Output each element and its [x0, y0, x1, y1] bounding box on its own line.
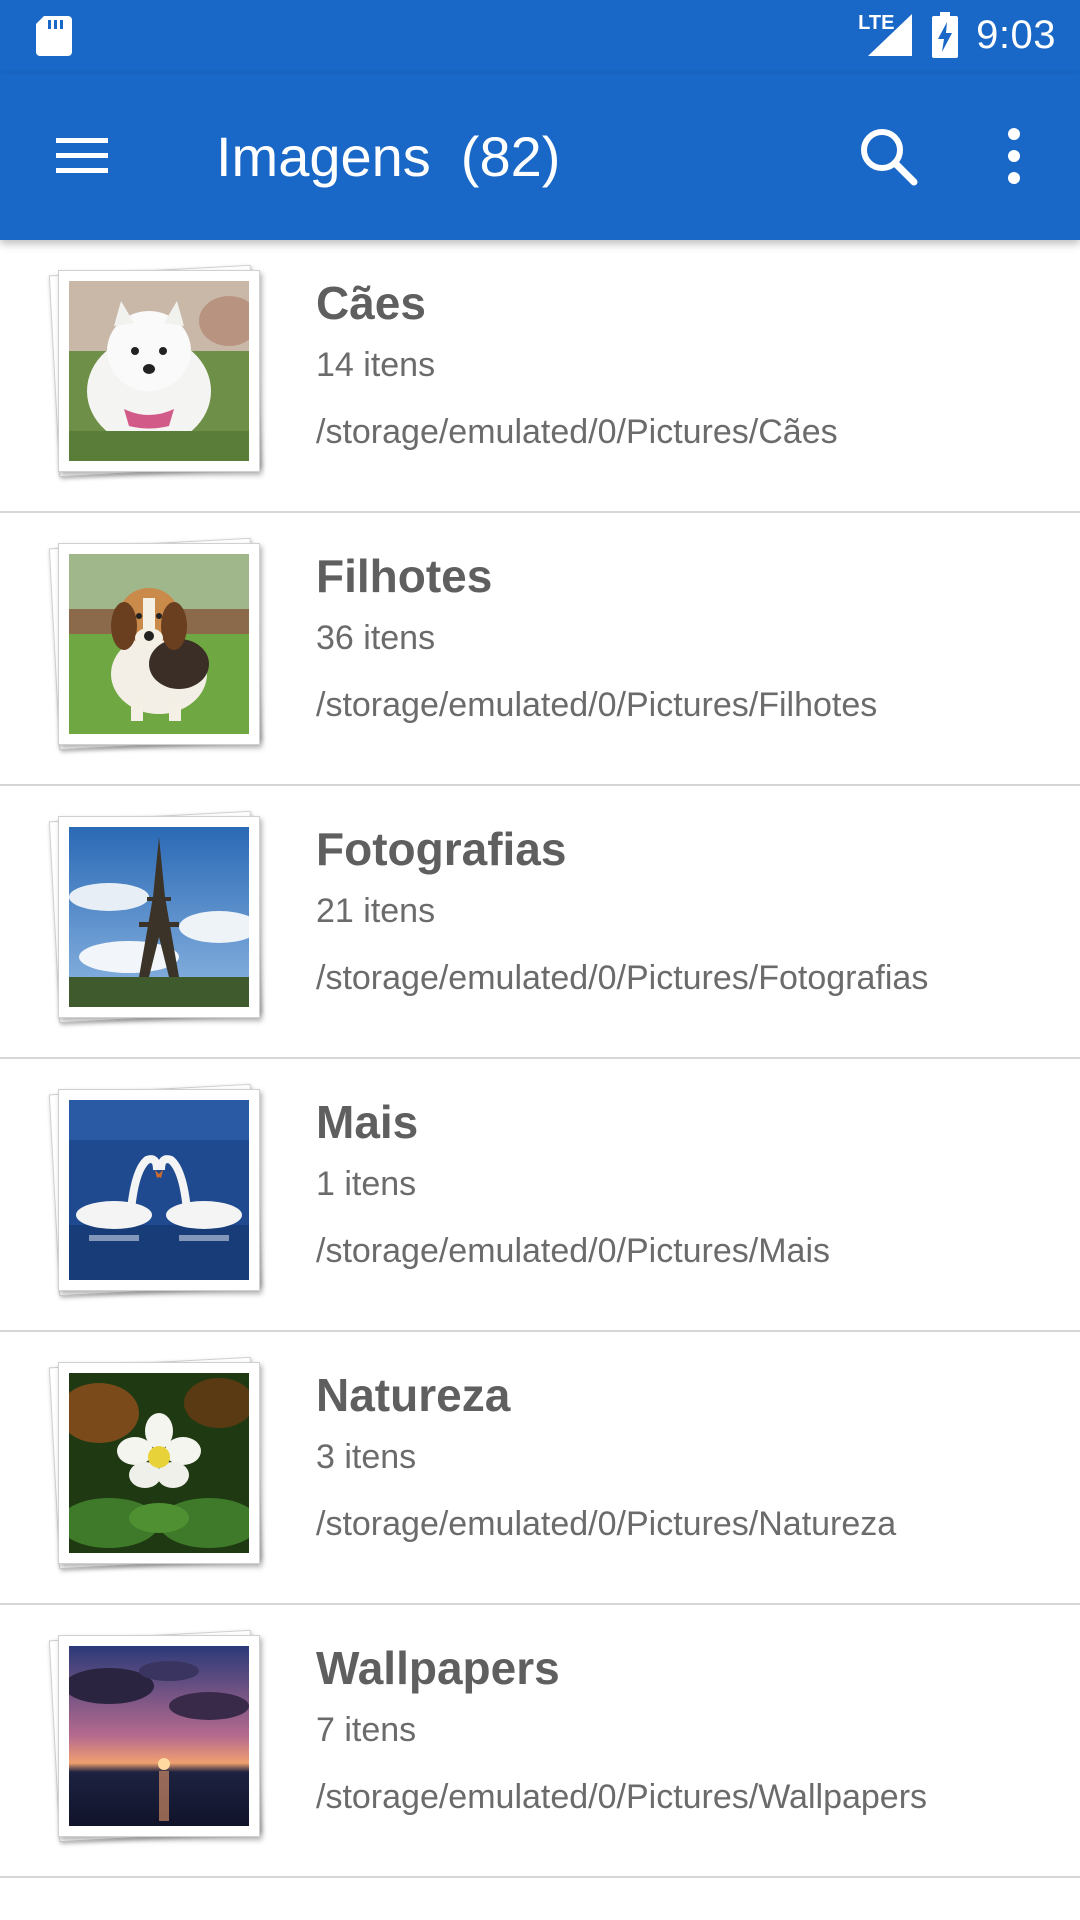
album-thumbnail — [48, 537, 266, 755]
album-name: Fotografias — [316, 823, 567, 875]
puppy-thumbnail — [69, 281, 249, 461]
album-count: 3 itens — [316, 1438, 417, 1476]
album-thumbnail — [48, 1629, 266, 1847]
album-path: /storage/emulated/0/Pictures/Natureza — [316, 1505, 897, 1543]
album-count: 21 itens — [316, 892, 436, 930]
title-text: Imagens — [216, 125, 431, 188]
flower-thumbnail — [69, 1373, 249, 1553]
signal-icon: LTE — [858, 12, 914, 58]
sunset-thumbnail — [69, 1646, 249, 1826]
album-name: Wallpapers — [316, 1642, 560, 1694]
album-count: 7 itens — [316, 1711, 417, 1749]
beagle-thumbnail — [69, 554, 249, 734]
album-item[interactable]: Natureza 3 itens /storage/emulated/0/Pic… — [0, 1332, 1080, 1605]
album-path: /storage/emulated/0/Pictures/Mais — [316, 1232, 831, 1270]
album-item[interactable]: Mais 1 itens /storage/emulated/0/Picture… — [0, 1059, 1080, 1332]
album-item[interactable]: Filhotes 36 itens /storage/emulated/0/Pi… — [0, 513, 1080, 786]
album-name: Natureza — [316, 1369, 511, 1421]
title-count: (82) — [460, 125, 561, 188]
album-item[interactable]: Wallpapers 7 itens /storage/emulated/0/P… — [0, 1605, 1080, 1878]
album-count: 1 itens — [316, 1165, 417, 1203]
album-path: /storage/emulated/0/Pictures/Filhotes — [316, 686, 878, 724]
swans-thumbnail — [69, 1100, 249, 1280]
album-item[interactable]: Cães 14 itens /storage/emulated/0/Pictur… — [0, 240, 1080, 513]
album-path: /storage/emulated/0/Pictures/Wallpapers — [316, 1778, 928, 1816]
album-thumbnail — [48, 264, 266, 482]
album-path: /storage/emulated/0/Pictures/Fotografias — [316, 959, 929, 997]
page-title: Imagens (82) — [216, 124, 560, 189]
album-name: Cães — [316, 277, 426, 329]
album-list: Cães 14 itens /storage/emulated/0/Pictur… — [0, 240, 1080, 1878]
album-path: /storage/emulated/0/Pictures/Cães — [316, 413, 838, 451]
battery-charging-icon — [932, 12, 959, 58]
album-name: Mais — [316, 1096, 419, 1148]
status-bar: LTE 9:03 — [0, 0, 1080, 74]
more-vert-icon[interactable] — [992, 120, 1036, 192]
album-thumbnail — [48, 810, 266, 1028]
album-name: Filhotes — [316, 550, 493, 602]
menu-icon[interactable] — [52, 126, 112, 186]
sd-card-icon — [36, 16, 72, 56]
search-icon[interactable] — [852, 120, 924, 192]
album-thumbnail — [48, 1356, 266, 1574]
album-thumbnail — [48, 1083, 266, 1301]
app-toolbar: Imagens (82) — [0, 74, 1080, 240]
album-item[interactable]: Fotografias 21 itens /storage/emulated/0… — [0, 786, 1080, 1059]
album-count: 14 itens — [316, 346, 436, 384]
status-time: 9:03 — [976, 12, 1056, 57]
eiffel-tower-thumbnail — [69, 827, 249, 1007]
album-count: 36 itens — [316, 619, 436, 657]
